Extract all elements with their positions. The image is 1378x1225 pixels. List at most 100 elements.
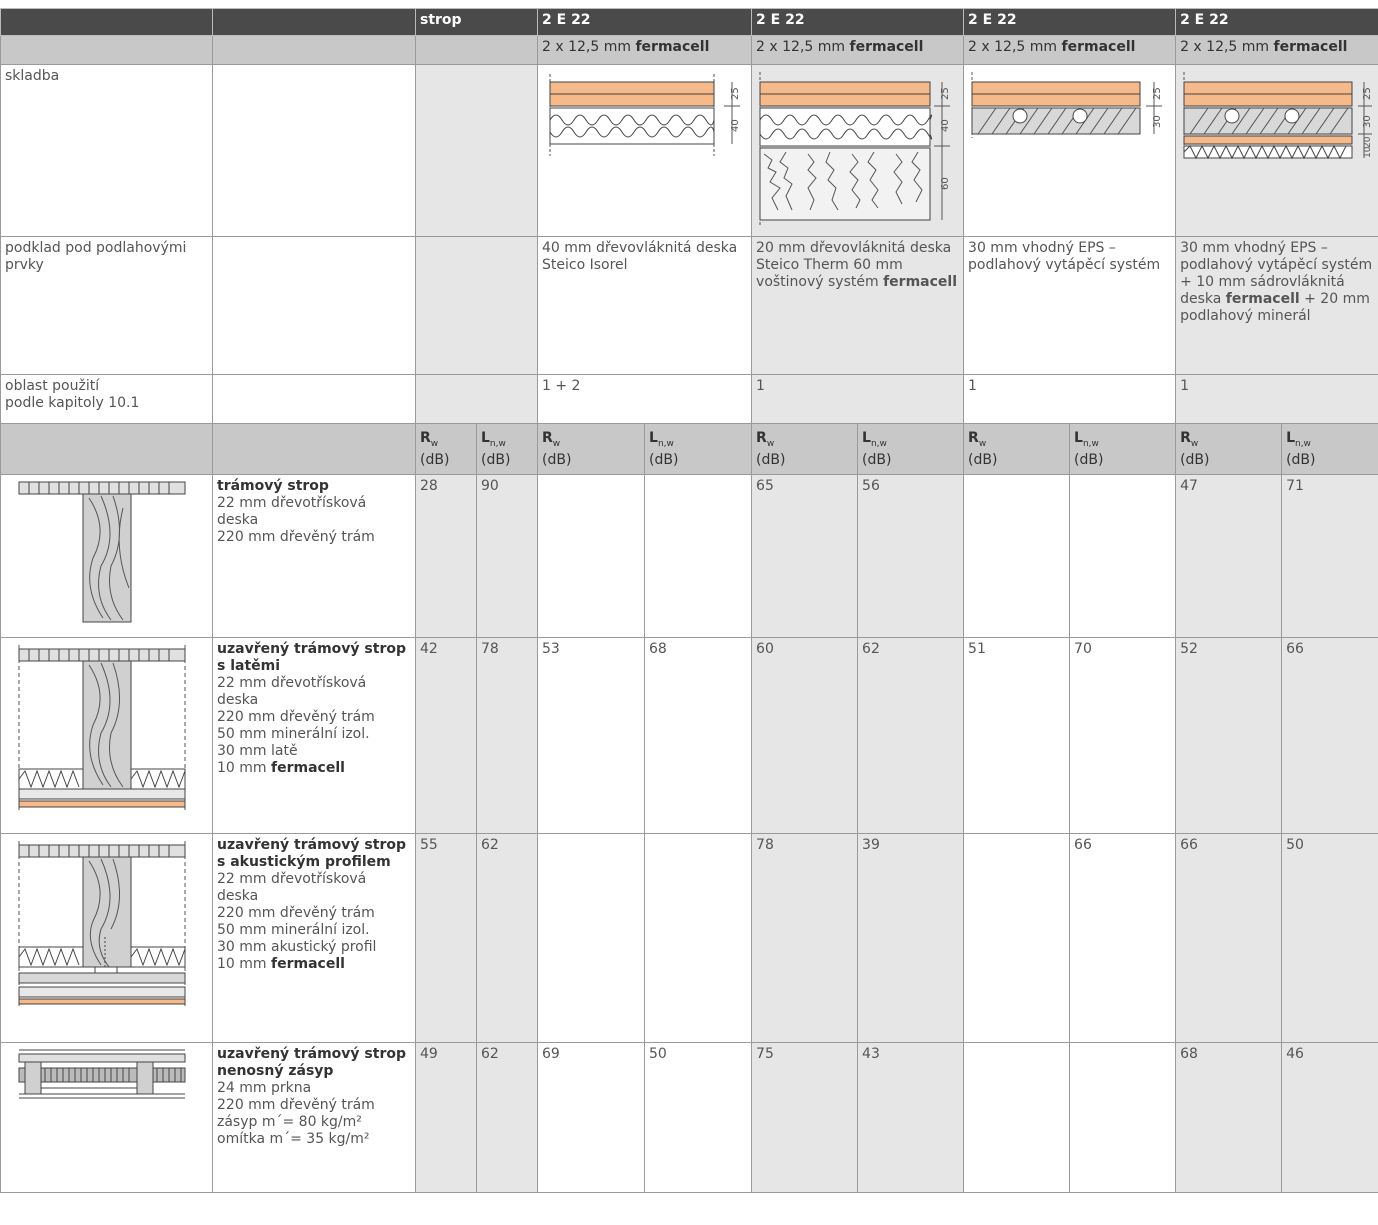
- unit-rw: Rw (dB): [751, 423, 859, 475]
- beam-drawing-2: [18, 645, 186, 811]
- value-cell: 75: [751, 1042, 859, 1193]
- value-cell: 42: [415, 637, 477, 834]
- sub-prefix: 2 x 12,5 mm: [542, 39, 632, 55]
- dim-label: 25: [1152, 87, 1163, 100]
- construction-title: uzavřený trámový strop s latěmi: [217, 641, 406, 674]
- construction-line: omítka m´= 35 kg/m²: [217, 1131, 370, 1147]
- oblast-strop: [414, 374, 539, 424]
- construction-title: nenosný zásyp: [217, 1063, 334, 1079]
- sub-empty-3: [414, 35, 539, 65]
- construction-desc-2: uzavřený trámový strop s latěmi 22 mm dř…: [212, 637, 416, 834]
- dim-label: 30: [1152, 115, 1163, 128]
- value-cell: 62: [475, 833, 539, 1043]
- sub-brand: fermacell: [1273, 39, 1348, 55]
- floor-layer-drawing-2: 25 40 60: [759, 72, 951, 226]
- skladba-drawing-2: 25 40 60: [751, 64, 965, 237]
- value-cell: 52: [1175, 637, 1283, 834]
- sub-col-2: 2 x 12,5 mm fermacell: [751, 35, 965, 65]
- value-cell: 56: [857, 474, 965, 638]
- value-cell: 49: [415, 1042, 477, 1193]
- podklad-col-2: 20 mm dřevovláknitá deska Steico Therm 6…: [751, 236, 965, 375]
- value-cell: 68: [644, 637, 753, 834]
- skladba-drawing-1: 25 40: [537, 64, 753, 237]
- construction-line: 30 mm latě: [217, 743, 298, 759]
- sub-empty-1: [0, 35, 213, 65]
- acoustic-table: strop 2 E 22 2 E 22 2 E 22 2 E 22 2 x 12…: [0, 8, 1378, 1193]
- value-cell: 71: [1281, 474, 1378, 638]
- construction-row-4: uzavřený trámový strop nenosný zásyp 24 …: [0, 1042, 1378, 1193]
- skladba-strop: [414, 64, 539, 237]
- units-empty-2: [212, 423, 416, 475]
- value-cell: 69: [537, 1042, 646, 1193]
- skladba-drawing-3: 25 30: [963, 64, 1177, 237]
- sub-brand: fermacell: [635, 39, 710, 55]
- unit-ln: Ln,w (dB): [644, 423, 753, 475]
- floor-layer-drawing-4: 25 30 20 10: [1183, 72, 1373, 160]
- value-cell: 28: [415, 474, 477, 638]
- sub-prefix: 2 x 12,5 mm: [756, 39, 846, 55]
- dim-label: 40: [940, 119, 951, 132]
- podklad-brand: fermacell: [883, 274, 958, 290]
- construction-drawing-4: [0, 1042, 213, 1193]
- header-col-2: 2 E 22: [751, 8, 965, 36]
- dim-label: 60: [940, 177, 951, 190]
- value-cell: 66: [1281, 637, 1378, 834]
- skladba-row: skladba 25 40 25 40 60 25 30 25 30 20 10: [0, 64, 1378, 237]
- value-cell: [963, 474, 1071, 638]
- header-col-3: 2 E 22: [963, 8, 1177, 36]
- value-cell: [644, 474, 753, 638]
- podklad-text: 30 mm vhodný EPS – podlahový vytápěcí sy…: [968, 240, 1161, 273]
- value-cell: [963, 1042, 1071, 1193]
- dim-label: 25: [730, 87, 741, 100]
- oblast-col-4: 1: [1175, 374, 1378, 424]
- beam-drawing-4: [18, 1049, 186, 1099]
- construction-line: 220 mm dřevěný trám: [217, 529, 375, 545]
- podklad-empty: [212, 236, 416, 375]
- construction-row-2: uzavřený trámový strop s latěmi 22 mm dř…: [0, 637, 1378, 834]
- unit-rw: Rw (dB): [415, 423, 477, 475]
- construction-desc-3: uzavřený trámový strop s akustickým prof…: [212, 833, 416, 1043]
- sub-empty-2: [212, 35, 416, 65]
- oblast-col-2: 1: [751, 374, 965, 424]
- value-cell: 68: [1175, 1042, 1283, 1193]
- construction-line: 24 mm prkna: [217, 1080, 312, 1096]
- unit-ln: Ln,w (dB): [1281, 423, 1378, 475]
- beam-drawing-3: [18, 841, 186, 1007]
- beam-drawing-1: [18, 481, 186, 623]
- skladba-drawing-4: 25 30 20 10: [1175, 64, 1378, 237]
- construction-line: 22 mm dřevotřísková deska: [217, 675, 367, 708]
- value-cell: 53: [537, 637, 646, 834]
- construction-line: 22 mm dřevotřísková deska: [217, 495, 367, 528]
- value-cell: [537, 833, 646, 1043]
- construction-line: 220 mm dřevěný trám: [217, 1097, 375, 1113]
- dim-label: 25: [940, 87, 951, 100]
- dim-label: 25: [1362, 87, 1373, 100]
- value-cell: 62: [475, 1042, 539, 1193]
- podklad-col-4: 30 mm vhodný EPS – podlahový vytápěcí sy…: [1175, 236, 1378, 375]
- construction-title: uzavřený trámový strop: [217, 1046, 406, 1062]
- value-cell: 65: [751, 474, 859, 638]
- header-col-1: 2 E 22: [537, 8, 753, 36]
- construction-drawing-3: [0, 833, 213, 1043]
- value-cell: 47: [1175, 474, 1283, 638]
- floor-layer-drawing-3: 25 30: [971, 72, 1163, 138]
- units-empty-1: [0, 423, 213, 475]
- oblast-col-3: 1: [963, 374, 1177, 424]
- value-cell: 66: [1069, 833, 1177, 1043]
- header-row: strop 2 E 22 2 E 22 2 E 22 2 E 22: [0, 8, 1378, 36]
- construction-line: 220 mm dřevěný trám: [217, 905, 375, 921]
- floor-layer-drawing-1: 25 40: [549, 74, 741, 156]
- value-cell: 70: [1069, 637, 1177, 834]
- units-row: Rw (dB) Ln,w (dB) Rw (dB) Ln,w (dB) Rw (dB) L…: [0, 423, 1378, 475]
- value-cell: [963, 833, 1071, 1043]
- oblast-row: oblast použití podle kapitoly 10.1 1 + 2 …: [0, 374, 1378, 424]
- unit-rw: Rw (dB): [1175, 423, 1283, 475]
- construction-row-1: trámový strop 22 mm dřevotřísková deska …: [0, 474, 1378, 638]
- podklad-label: podklad pod podlahovými prvky: [0, 236, 213, 375]
- sub-prefix: 2 x 12,5 mm: [1180, 39, 1270, 55]
- sub-col-3: 2 x 12,5 mm fermacell: [963, 35, 1177, 65]
- construction-desc-1: trámový strop 22 mm dřevotřísková deska …: [212, 474, 416, 638]
- construction-line: zásyp m´= 80 kg/m²: [217, 1114, 362, 1130]
- construction-line: 30 mm akustický profil: [217, 939, 377, 955]
- sub-prefix: 2 x 12,5 mm: [968, 39, 1058, 55]
